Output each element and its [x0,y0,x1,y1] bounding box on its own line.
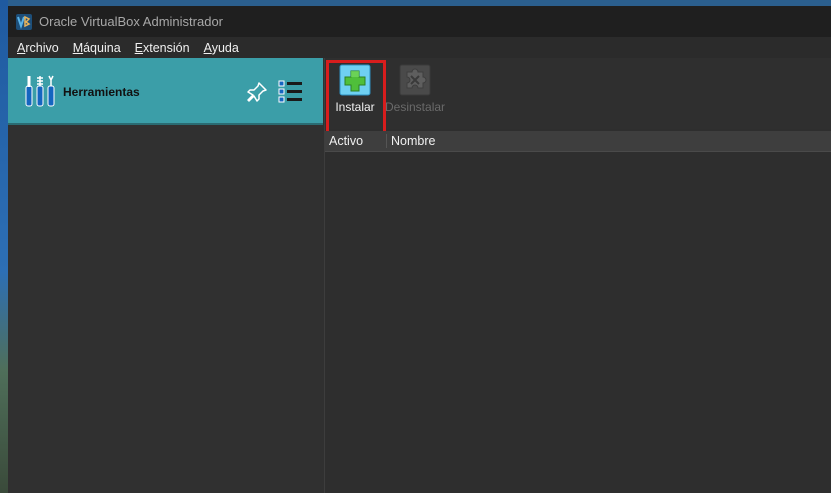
column-header-active[interactable]: Activo [325,134,387,148]
uninstall-button[interactable]: Desinstalar [385,64,445,124]
toolbar: Instalar Desinstalar [325,58,831,145]
menu-maquina-mnemonic: M [72,40,84,55]
virtualbox-window: Oracle VirtualBox Administrador Archivo … [8,6,831,493]
install-plus-icon [339,64,371,96]
uninstall-puzzle-icon [399,64,431,96]
menu-bar: Archivo Máquina Extensión Ayuda [8,37,831,58]
tools-icon [25,75,55,107]
list-menu-icon[interactable] [278,79,303,104]
window-title: Oracle VirtualBox Administrador [39,14,224,29]
menu-extension[interactable]: Extensión [135,41,190,55]
install-label: Instalar [335,100,375,114]
sidebar: Herramientas [8,58,325,493]
virtualbox-logo-icon [16,13,32,30]
install-button[interactable]: Instalar [325,64,385,124]
menu-archivo-label: rchivo [25,40,59,55]
table-header: Activo Nombre [325,131,831,152]
column-header-name[interactable]: Nombre [387,134,435,148]
title-bar[interactable]: Oracle VirtualBox Administrador [8,6,831,37]
menu-extension-label: xtensión [143,40,190,55]
sidebar-item-tools[interactable]: Herramientas [8,58,323,125]
menu-maquina-label: áquina [83,40,121,55]
sidebar-item-tools-label: Herramientas [63,85,140,99]
menu-extension-mnemonic: E [134,40,143,55]
menu-ayuda[interactable]: Ayuda [204,41,239,55]
desktop-background [0,0,8,493]
extensions-pane: Instalar Desinstalar Activo Nombre [325,58,831,493]
menu-archivo[interactable]: Archivo [17,41,59,55]
menu-ayuda-label: yuda [211,40,239,55]
uninstall-label: Desinstalar [385,100,446,114]
menu-maquina[interactable]: Máquina [73,41,121,55]
pin-icon[interactable] [245,80,269,104]
menu-ayuda-mnemonic: A [203,40,212,55]
extensions-table[interactable] [325,152,831,493]
